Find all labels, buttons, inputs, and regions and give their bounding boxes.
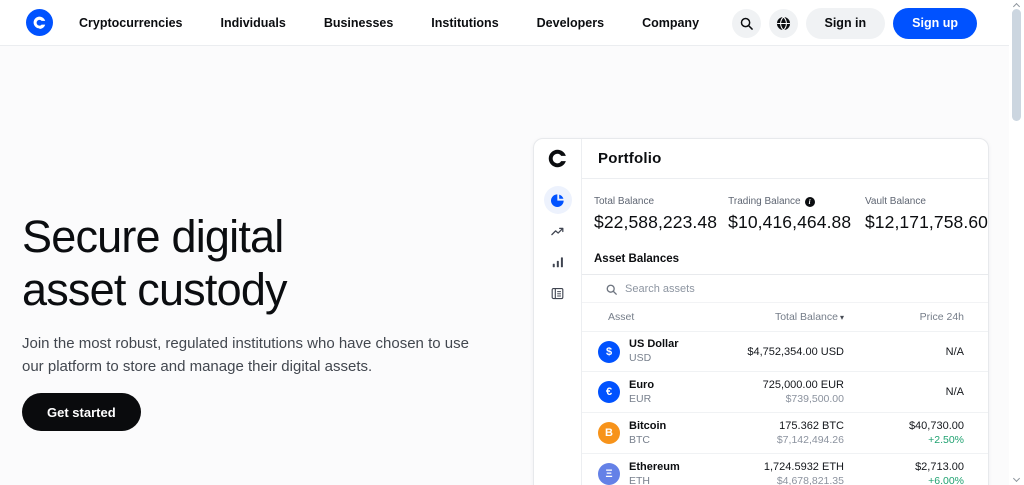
portfolio-sidebar [534,139,582,485]
coinbase-logo-icon[interactable] [26,9,53,36]
asset-balances-heading: Asset Balances [594,253,680,265]
table-header-row: Asset Total Balance ▾ Price 24h [582,303,988,331]
portfolio-main: Portfolio Total Balance $22,588,223.48 T… [582,139,988,485]
scroll-down-icon[interactable] [1012,474,1020,483]
top-navigation-bar: Cryptocurrencies Individuals Businesses … [0,0,1009,46]
balance-column-header[interactable]: Total Balance ▾ [704,311,844,323]
asset-column-header: Asset [608,311,635,323]
bar-chart-icon [552,257,563,268]
portfolio-widget: Portfolio Total Balance $22,588,223.48 T… [533,138,989,485]
asset-table: Asset Total Balance▾ Price 24h $ US Doll… [582,274,988,485]
nav-item-individuals[interactable]: Individuals [221,16,286,30]
page-scrollbar[interactable] [1009,0,1024,485]
scrollbar-thumb[interactable] [1012,9,1021,121]
reports-tab-icon[interactable] [544,279,572,307]
table-row-eur[interactable]: € Euro EUR 725,000.00 EUR $739,500.00 N/… [582,371,988,412]
nav-item-institutions[interactable]: Institutions [431,16,498,30]
search-icon [740,17,753,30]
portfolio-tab-icon[interactable] [543,186,572,214]
ethereum-icon: Ξ [598,463,620,485]
portfolio-title: Portfolio [582,139,988,179]
search-button[interactable] [731,8,761,38]
bitcoin-icon: B [598,422,620,444]
price-column-header: Price 24h [919,311,964,323]
nav-item-cryptocurrencies[interactable]: Cryptocurrencies [79,16,183,30]
vault-balance-value: $12,171,758.60 [864,212,988,232]
coinbase-mark-icon [547,148,568,169]
hero-description: Join the most robust, regulated institut… [22,335,469,375]
balance-summary: Total Balance $22,588,223.48 Trading Bal… [582,179,988,246]
nav-item-company[interactable]: Company [642,16,699,30]
table-row-eth[interactable]: Ξ Ethereum ETH 1,724.5932 ETH $4,678,821… [582,453,988,485]
pie-chart-icon [550,194,564,207]
trend-line-icon [551,227,564,235]
header-actions: Sign in Sign up [731,0,977,46]
ledger-list-icon [551,287,564,299]
hero-section: Secure digital asset custody Join the mos… [22,210,492,431]
markets-tab-icon[interactable] [544,248,572,276]
table-row-btc[interactable]: B Bitcoin BTC 175.362 BTC $7,142,494.26 … [582,412,988,453]
asset-search [582,275,988,303]
vault-balance-label: Vault Balance [864,196,926,207]
sidebar-menu [543,186,572,307]
table-row-usd[interactable]: $ US Dollar USD $4,752,354.00 USD N/A [582,331,988,371]
total-balance-value: $22,588,223.48 [594,212,718,232]
trading-balance-value: $10,416,464.88 [728,212,852,232]
nav-item-developers[interactable]: Developers [537,16,604,30]
euro-coin-icon: € [598,381,620,403]
get-started-button[interactable]: Get started [22,393,141,431]
usd-coin-icon: $ [598,340,620,363]
performance-tab-icon[interactable] [544,217,572,245]
sign-in-button[interactable]: Sign in [805,7,886,39]
trading-balance-label: Trading Balance i [728,196,865,207]
page-title: Secure digital asset custody [22,211,288,315]
globe-icon [776,16,790,30]
search-assets-input[interactable] [625,283,964,295]
main-nav: Cryptocurrencies Individuals Businesses … [79,16,699,30]
sign-up-button[interactable]: Sign up [893,7,977,39]
language-button[interactable] [768,8,798,38]
nav-item-businesses[interactable]: Businesses [324,16,393,30]
search-icon [606,284,617,295]
info-icon[interactable]: i [804,196,815,207]
total-balance-label: Total Balance [594,196,655,207]
